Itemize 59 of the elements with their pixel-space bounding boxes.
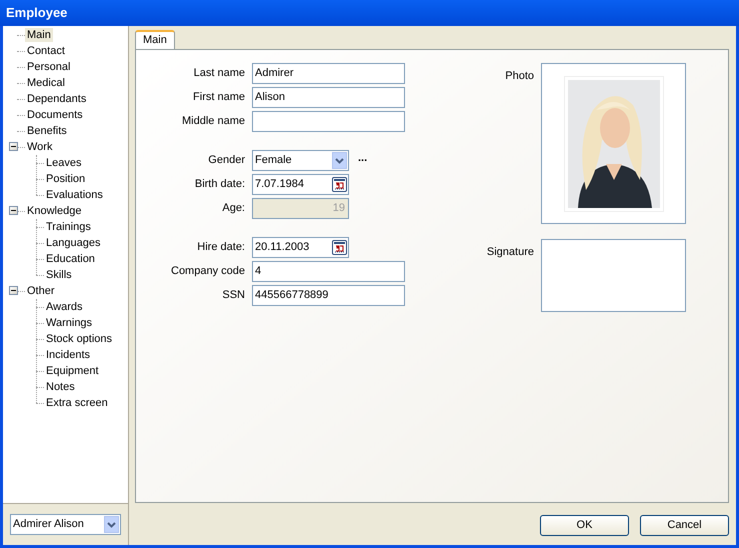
tree-item[interactable]: Documents bbox=[25, 108, 85, 122]
text-field[interactable]: 445566778899 bbox=[252, 285, 405, 306]
tree-item[interactable]: Trainings bbox=[44, 220, 93, 234]
calendar-icon[interactable] bbox=[332, 240, 347, 255]
dropdown-field[interactable]: Female bbox=[252, 150, 349, 171]
chevron-down-icon bbox=[332, 152, 347, 169]
text-field[interactable] bbox=[252, 111, 405, 132]
age-field: 19 bbox=[252, 198, 349, 219]
field-label: Middle name bbox=[181, 114, 246, 130]
cancel-button[interactable]: Cancel bbox=[640, 515, 729, 536]
tree-item[interactable]: Contact bbox=[25, 44, 67, 58]
tree-item[interactable]: Skills bbox=[44, 268, 74, 282]
text-field[interactable]: 4 bbox=[252, 261, 405, 282]
photo-frame[interactable] bbox=[541, 63, 686, 224]
tree-item[interactable]: Notes bbox=[44, 380, 77, 394]
date-field[interactable]: 7.07.1984 bbox=[252, 174, 349, 195]
tree-item[interactable]: Leaves bbox=[44, 156, 84, 170]
tree-item[interactable]: Extra screen bbox=[44, 396, 110, 410]
tree-item[interactable]: Warnings bbox=[44, 316, 94, 330]
field-label: Photo bbox=[504, 69, 535, 84]
tab[interactable]: Main bbox=[135, 30, 175, 49]
tree-item[interactable]: Knowledge bbox=[25, 204, 84, 218]
collapse-icon[interactable] bbox=[9, 206, 18, 215]
tree-item[interactable]: Stock options bbox=[44, 332, 114, 346]
tree-item[interactable]: Awards bbox=[44, 300, 84, 314]
window-title: Employee bbox=[6, 4, 68, 22]
more-button[interactable]: ... bbox=[358, 154, 368, 168]
chevron-down-icon bbox=[104, 516, 119, 533]
collapse-icon[interactable] bbox=[9, 142, 18, 151]
field-label: Hire date: bbox=[196, 240, 246, 256]
tree-item[interactable]: Education bbox=[44, 252, 97, 266]
ok-button[interactable]: OK bbox=[540, 515, 629, 536]
field-label: Company code bbox=[170, 264, 246, 280]
tree-item[interactable]: Position bbox=[44, 172, 88, 186]
field-label: First name bbox=[192, 90, 246, 106]
tree-item[interactable]: Personal bbox=[25, 60, 72, 74]
field-label: Birth date: bbox=[194, 177, 246, 192]
tree-item[interactable]: Equipment bbox=[44, 364, 101, 378]
tree-item[interactable]: Incidents bbox=[44, 348, 92, 362]
tree-item[interactable]: Benefits bbox=[25, 124, 69, 138]
field-label: Signature bbox=[486, 245, 535, 260]
text-field[interactable]: Admirer bbox=[252, 63, 405, 84]
date-field[interactable]: 20.11.2003 bbox=[252, 237, 349, 258]
calendar-icon[interactable] bbox=[332, 177, 347, 192]
field-label: Last name bbox=[192, 66, 246, 82]
field-label: Gender bbox=[207, 153, 246, 168]
field-label: Age: bbox=[221, 201, 246, 216]
tree-item[interactable]: Dependants bbox=[25, 92, 88, 106]
collapse-icon[interactable] bbox=[9, 286, 18, 295]
tree-item[interactable]: Medical bbox=[25, 76, 67, 90]
tree-item[interactable]: Work bbox=[25, 140, 54, 154]
tree-item[interactable]: Languages bbox=[44, 236, 102, 250]
tree-item[interactable]: Main bbox=[25, 28, 53, 42]
employee-dropdown[interactable]: Admirer Alison bbox=[10, 514, 121, 535]
tree-item[interactable]: Other bbox=[25, 284, 57, 298]
tree-item[interactable]: Evaluations bbox=[44, 188, 105, 202]
signature-box[interactable] bbox=[541, 239, 686, 312]
field-label: SSN bbox=[221, 288, 246, 304]
text-field[interactable]: Alison bbox=[252, 87, 405, 108]
